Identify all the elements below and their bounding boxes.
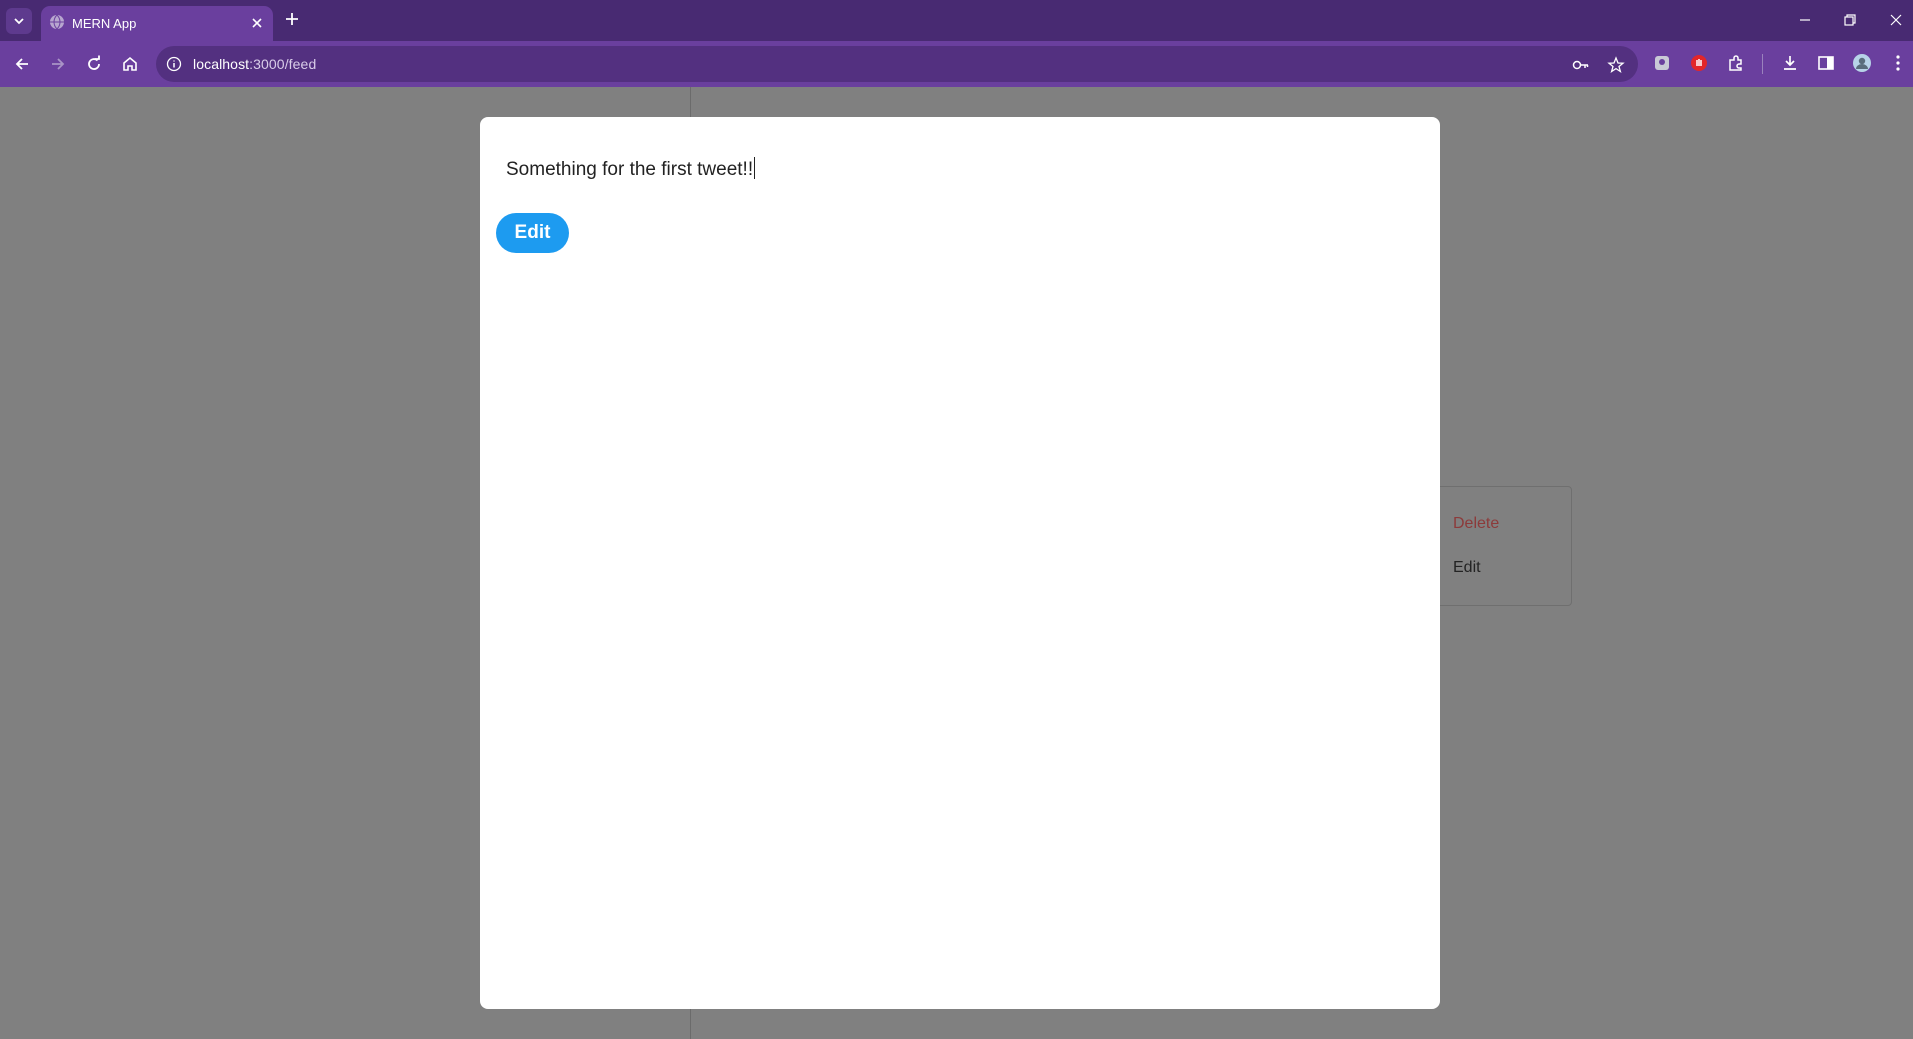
toolbar-separator: [1762, 54, 1763, 74]
download-icon[interactable]: [1780, 53, 1800, 73]
edit-submit-button[interactable]: Edit: [496, 213, 569, 253]
reload-icon[interactable]: [84, 54, 104, 74]
minimize-icon[interactable]: [1795, 10, 1815, 30]
tab-strip: MERN App: [0, 0, 1913, 41]
forward-arrow-icon[interactable]: [48, 54, 68, 74]
tab-title: MERN App: [72, 16, 137, 31]
menu-item-delete[interactable]: Delete: [1453, 515, 1499, 533]
close-icon[interactable]: [249, 15, 265, 31]
edit-tweet-modal: Something for the first tweet!! Edit: [480, 117, 1440, 1009]
text-caret: [754, 157, 756, 179]
extension-puzzle-badge-icon[interactable]: [1652, 53, 1672, 73]
password-key-icon[interactable]: [1572, 56, 1590, 74]
address-bar[interactable]: localhost:3000/feed: [156, 46, 1638, 82]
bookmark-star-icon[interactable]: [1607, 56, 1625, 74]
stop-hand-extension-icon[interactable]: [1689, 53, 1709, 73]
profile-avatar-icon[interactable]: [1852, 53, 1872, 73]
tweet-options-menu: Delete Edit: [1420, 486, 1572, 606]
chevron-down-icon: [14, 18, 24, 25]
back-arrow-icon[interactable]: [12, 54, 32, 74]
globe-icon: [50, 14, 64, 30]
tweet-edit-field[interactable]: Something for the first tweet!!: [506, 157, 756, 181]
url-path: :3000/feed: [249, 56, 317, 72]
tweet-text: Something for the first tweet!!: [506, 159, 754, 180]
home-icon[interactable]: [120, 54, 140, 74]
url-host: localhost: [193, 56, 250, 72]
menu-kebab-icon[interactable]: [1888, 53, 1908, 73]
page-overlay[interactable]: Delete Edit Something for the first twee…: [0, 87, 1913, 1039]
extensions-icon[interactable]: [1726, 53, 1746, 73]
site-info-icon[interactable]: [166, 56, 182, 72]
restore-icon[interactable]: [1840, 10, 1860, 30]
browser-tab[interactable]: MERN App: [41, 6, 273, 41]
menu-item-edit[interactable]: Edit: [1453, 559, 1481, 577]
window-close-icon[interactable]: [1886, 10, 1906, 30]
new-tab-icon[interactable]: [283, 10, 301, 28]
side-panel-icon[interactable]: [1816, 53, 1836, 73]
tab-search-button[interactable]: [6, 8, 32, 34]
browser-toolbar: localhost:3000/feed: [0, 41, 1913, 87]
url-text: localhost:3000/feed: [193, 56, 316, 72]
